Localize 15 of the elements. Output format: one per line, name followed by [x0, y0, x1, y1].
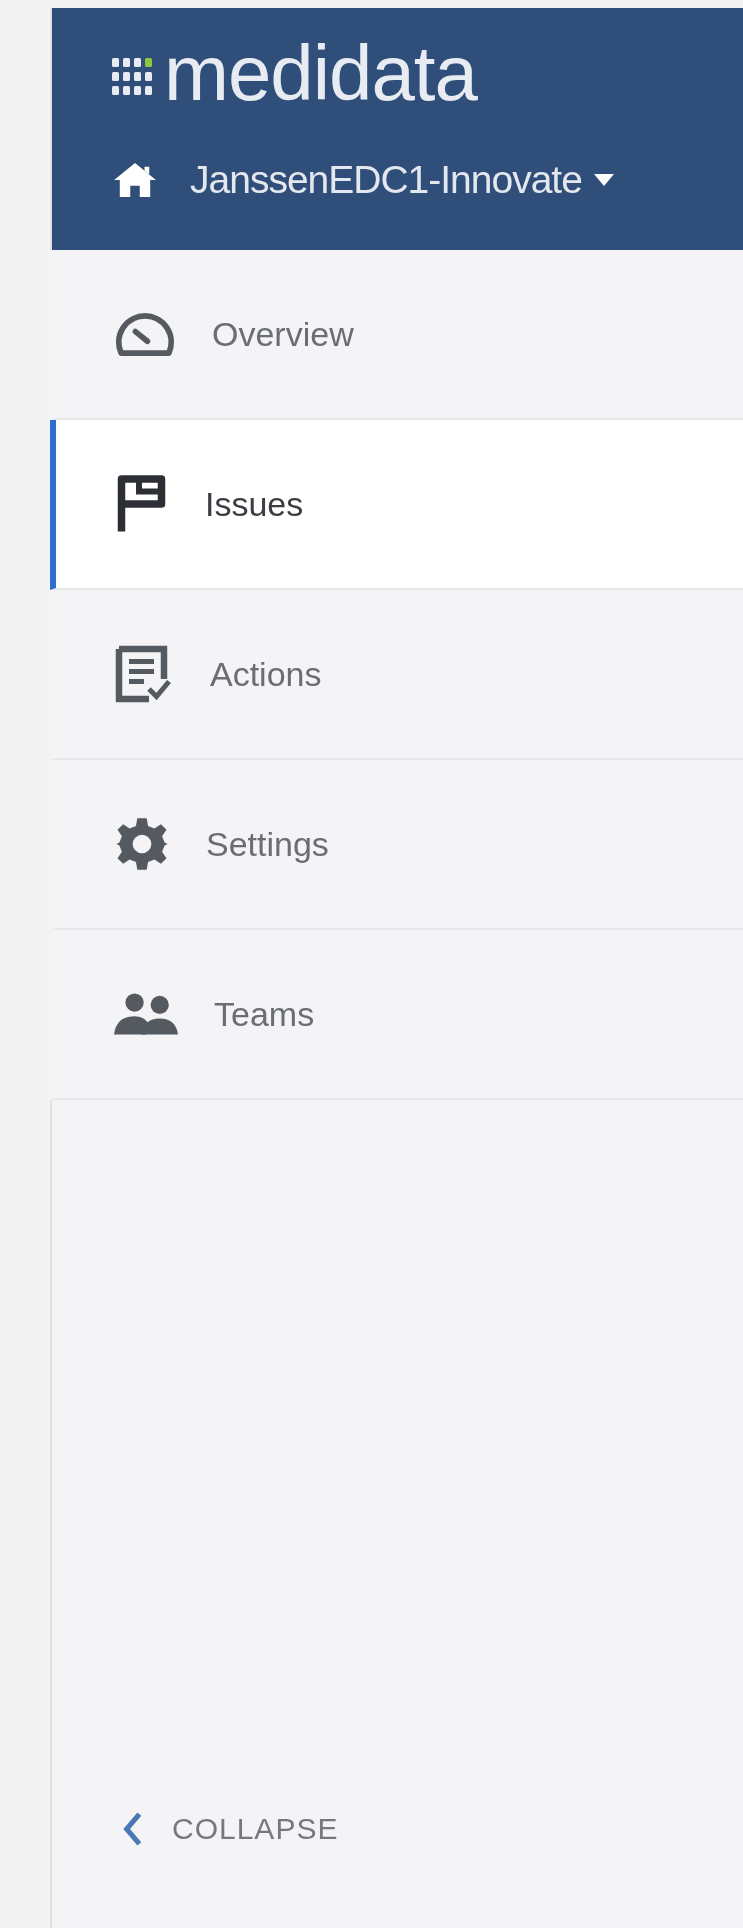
home-icon: [112, 161, 158, 199]
checklist-icon: [114, 644, 174, 704]
chevron-left-icon: [122, 1810, 144, 1848]
nav-item[interactable]: Settings: [50, 760, 743, 930]
collapse-button[interactable]: COLLAPSE: [52, 1810, 339, 1848]
caret-icon: [593, 174, 614, 186]
project-dropdown[interactable]: JanssenEDC1-Innovate: [112, 158, 743, 202]
nav-item[interactable]: Teams: [50, 930, 743, 1100]
nav-item[interactable]: Issues: [50, 420, 743, 590]
people-icon: [114, 991, 178, 1037]
nav-item[interactable]: Actions: [50, 590, 743, 760]
logo-text: medidata: [164, 34, 477, 112]
gauge-icon: [114, 310, 176, 358]
settings-icon: [114, 816, 170, 872]
nav-item[interactable]: Overview: [50, 250, 743, 420]
